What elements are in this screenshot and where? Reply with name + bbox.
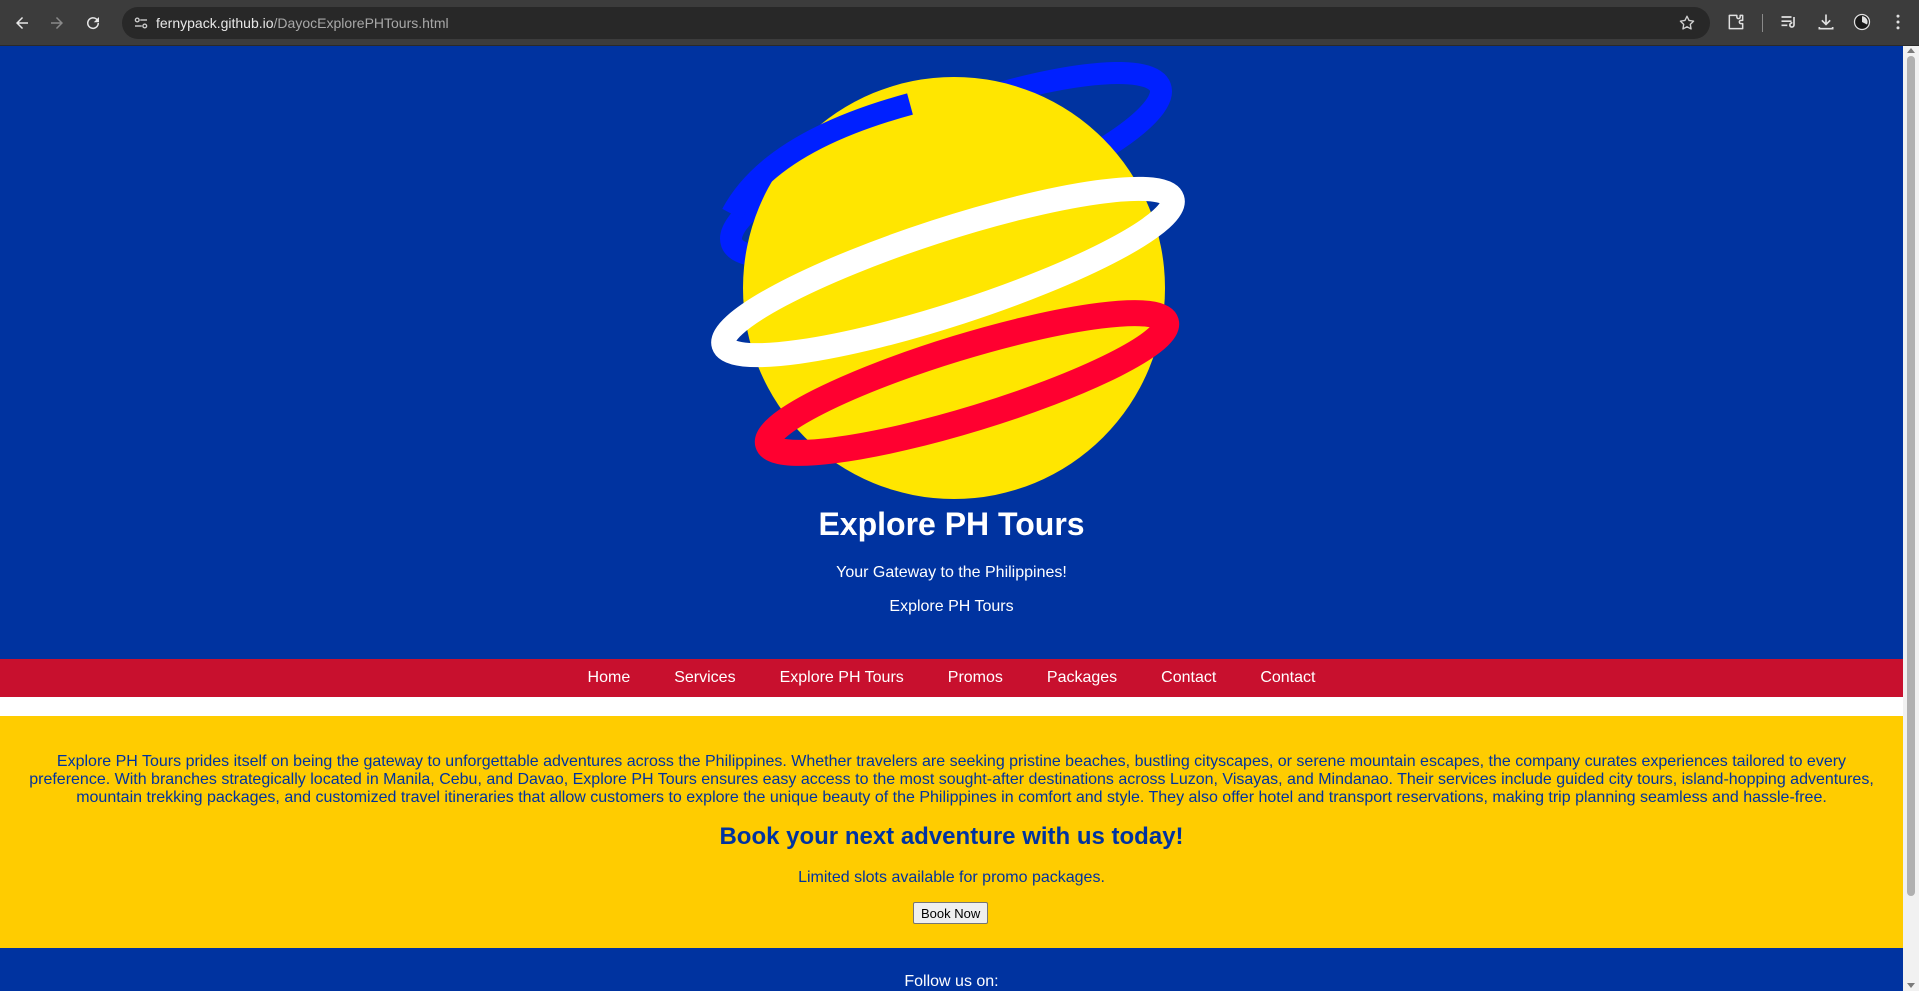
downloads-icon[interactable] — [1815, 11, 1837, 33]
address-bar[interactable]: fernypack.github.io/DayocExplorePHTours.… — [122, 7, 1710, 39]
profile-avatar-icon[interactable] — [1851, 11, 1873, 33]
nav-link-services[interactable]: Services — [674, 669, 735, 687]
follow-us-label: Follow us on: — [904, 973, 999, 990]
nav-link-packages[interactable]: Packages — [1047, 669, 1117, 687]
about-paragraph: Explore PH Tours prides itself on being … — [29, 753, 1874, 806]
page-viewport: Explore PH Tours Your Gateway to the Phi… — [0, 46, 1903, 991]
cta-heading: Book your next adventure with us today! — [719, 823, 1184, 850]
url-text: fernypack.github.io/DayocExplorePHTours.… — [156, 15, 449, 31]
section-divider — [0, 697, 1903, 716]
planet-logo-icon — [711, 62, 1185, 499]
nav-link-explore-ph-tours[interactable]: Explore PH Tours — [780, 669, 904, 687]
browser-toolbar: fernypack.github.io/DayocExplorePHTours.… — [0, 0, 1919, 46]
url-host: fernypack.github.io — [156, 15, 274, 31]
url-path: /DayocExplorePHTours.html — [273, 15, 449, 31]
about-section: Explore PH Tours prides itself on being … — [0, 716, 1903, 948]
toolbar-divider — [1762, 14, 1763, 32]
media-controls-icon[interactable] — [1778, 11, 1800, 33]
page-footer: Follow us on: — [0, 948, 1903, 991]
scroll-up-arrow-icon[interactable] — [1907, 48, 1915, 53]
extensions-icon[interactable] — [1725, 11, 1747, 33]
nav-link-promos[interactable]: Promos — [948, 669, 1003, 687]
forward-icon[interactable] — [43, 9, 71, 37]
site-info-icon[interactable] — [132, 14, 150, 32]
reload-icon[interactable] — [79, 9, 107, 37]
back-icon[interactable] — [8, 9, 36, 37]
hero-tagline: Your Gateway to the Philippines! — [836, 564, 1067, 581]
nav-link-home[interactable]: Home — [588, 669, 631, 687]
hero-subtitle: Explore PH Tours — [889, 598, 1014, 615]
main-navigation: Home Services Explore PH Tours Promos Pa… — [0, 659, 1903, 697]
hero-header: Explore PH Tours Your Gateway to the Phi… — [0, 46, 1903, 654]
nav-link-contact-2[interactable]: Contact — [1260, 669, 1315, 687]
more-menu-icon[interactable] — [1887, 11, 1909, 33]
vertical-scrollbar[interactable] — [1903, 46, 1919, 991]
scrollbar-thumb[interactable] — [1907, 56, 1915, 896]
scroll-down-arrow-icon[interactable] — [1907, 983, 1915, 988]
bookmark-star-icon[interactable] — [1678, 14, 1696, 32]
nav-link-contact[interactable]: Contact — [1161, 669, 1216, 687]
hero-title: Explore PH Tours — [818, 506, 1085, 542]
book-now-button[interactable]: Book Now — [913, 902, 989, 924]
cta-note: Limited slots available for promo packag… — [798, 869, 1105, 886]
